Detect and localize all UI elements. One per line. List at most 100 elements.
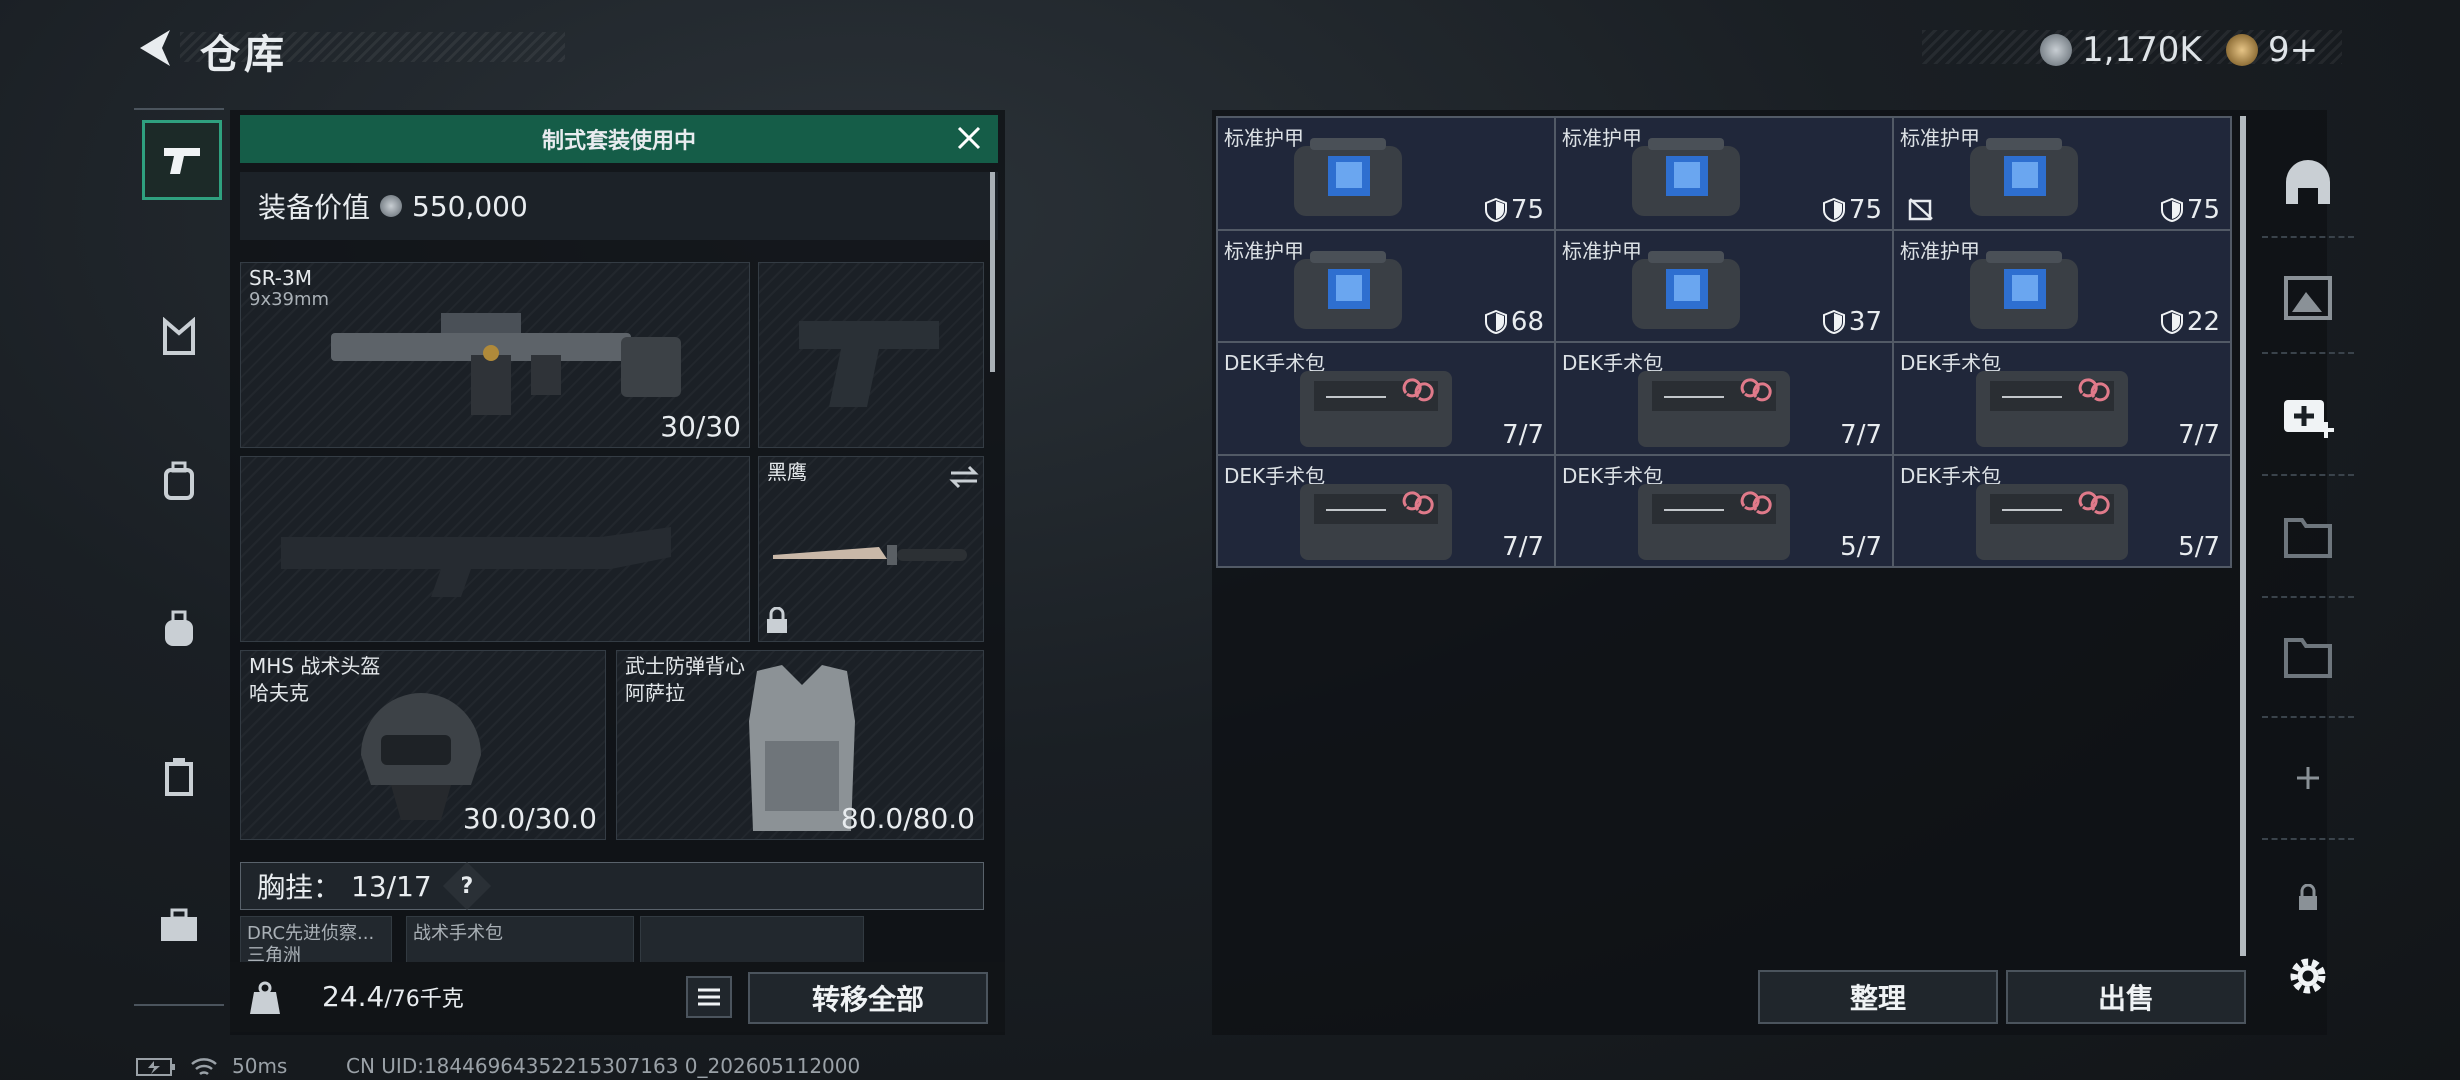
- stash-item[interactable]: DEK手术包 7/7: [1894, 343, 2230, 454]
- stash-item[interactable]: 标准护甲 75: [1894, 118, 2230, 229]
- rifle-image: [331, 313, 681, 415]
- sell-button[interactable]: 出售: [2006, 970, 2246, 1024]
- shield-icon: [1484, 310, 1507, 334]
- shield-icon: [1822, 197, 1845, 222]
- stash-tab-folder-1[interactable]: [2258, 504, 2358, 568]
- medkit-icon: [1300, 371, 1452, 447]
- medkit-icon: [1638, 371, 1790, 447]
- nav-tab-case[interactable]: [142, 888, 216, 962]
- melee-name: 黑鹰: [767, 460, 807, 484]
- close-icon[interactable]: [954, 123, 984, 153]
- armor-slot[interactable]: 武士防弹背心 阿萨拉 80.0/80.0: [616, 650, 984, 840]
- help-icon[interactable]: ?: [442, 861, 491, 911]
- weight-current: 24.4: [322, 980, 385, 1013]
- helmet-name: MHS 战术头盔: [249, 654, 381, 678]
- nav-tab-rig[interactable]: [142, 300, 216, 374]
- folder-icon: [2284, 518, 2332, 558]
- back-icon[interactable]: [130, 22, 182, 74]
- gallery-icon: [2284, 276, 2332, 320]
- medkit-icon: [1300, 483, 1452, 560]
- stash-item-value: 37: [1822, 307, 1882, 337]
- weapon-caliber: 9x39mm: [249, 289, 330, 310]
- stash-item-value-text: 22: [2186, 307, 2220, 337]
- add-tab-button[interactable]: [2258, 746, 2358, 810]
- stash-tab-medical[interactable]: [2258, 382, 2358, 446]
- armor-plate-icon: [1970, 250, 2078, 329]
- armor-name: 武士防弹背心: [625, 654, 745, 678]
- uid-text: CN UID:18446964352215307163 0_2026051120…: [346, 1054, 861, 1078]
- rifle-placeholder-icon: [281, 527, 671, 597]
- weight-display: 24.4/76千克: [322, 980, 464, 1013]
- stash-tab-gallery[interactable]: [2258, 264, 2358, 328]
- nav-tab-backpack-tag[interactable]: [142, 444, 216, 518]
- stash-item-value: 75: [1822, 195, 1882, 225]
- shield-icon: [1484, 197, 1507, 222]
- stash-item-value: 7/7: [1840, 420, 1882, 450]
- secondary-weapon-slot-empty[interactable]: [240, 456, 750, 642]
- stash-item-value-text: 75: [2186, 194, 2220, 225]
- stash-item-value-text: 7/7: [2178, 419, 2220, 450]
- stash-item[interactable]: DEK手术包 5/7: [1894, 455, 2230, 566]
- stash-item[interactable]: 标准护甲 68: [1218, 230, 1554, 341]
- stash-item-value: 5/7: [1840, 532, 1882, 562]
- stash-item-value-text: 37: [1848, 307, 1882, 337]
- stash-item-value: 75: [2160, 194, 2220, 225]
- pistol-icon: [164, 148, 200, 174]
- melee-slot[interactable]: 黑鹰: [758, 456, 984, 642]
- settings-button[interactable]: [2258, 946, 2358, 1006]
- helmet-slot[interactable]: MHS 战术头盔 哈夫克 30.0/30.0: [240, 650, 606, 840]
- stash-item-value-text: 68: [1510, 307, 1544, 337]
- no-sale-icon: [1908, 197, 1933, 220]
- stash-item[interactable]: DEK手术包 5/7: [1556, 455, 1892, 566]
- stash-item[interactable]: 标准护甲 22: [1894, 230, 2230, 341]
- stash-tab-folder-2[interactable]: [2258, 624, 2358, 688]
- stash-item[interactable]: 标准护甲 75: [1556, 118, 1892, 229]
- stash-scroll-thumb[interactable]: [2240, 116, 2246, 956]
- equipment-value-row: 装备价值 550,000: [240, 172, 998, 240]
- briefcase-icon: [161, 908, 197, 941]
- pistol-slot-empty[interactable]: [758, 262, 984, 448]
- stash-item[interactable]: 标准护甲 37: [1556, 230, 1892, 341]
- pistol-placeholder-icon: [799, 321, 939, 407]
- stash-item-value: 75: [1484, 195, 1544, 225]
- primary-weapon-slot[interactable]: SR-3M 9x39mm 30/30: [240, 262, 750, 448]
- backpack-tag-icon: [164, 461, 194, 500]
- helmet-durability: 30.0/30.0: [462, 802, 597, 835]
- swap-icon[interactable]: [949, 465, 979, 489]
- loadout-banner: 制式套装使用中: [240, 115, 998, 163]
- sort-button[interactable]: 整理: [1758, 970, 1998, 1024]
- locker-icon: [165, 758, 193, 796]
- locked-tab[interactable]: [2258, 868, 2358, 928]
- page-title: 仓库: [200, 32, 288, 78]
- coin-icon: [2040, 34, 2072, 66]
- list-view-button[interactable]: [686, 976, 732, 1018]
- stash-tab-dome[interactable]: [2258, 150, 2358, 214]
- stash-item-value-text: 7/7: [1502, 532, 1544, 562]
- armor-plate-icon: [1294, 250, 1402, 329]
- armor-plate-icon: [1970, 138, 2078, 216]
- tab-divider: [2262, 474, 2354, 476]
- dome-icon: [2286, 160, 2330, 204]
- gear-icon: [2290, 958, 2326, 994]
- weapon-ammo: 30/30: [660, 410, 741, 443]
- folder-icon: [2284, 638, 2332, 678]
- stash-item[interactable]: DEK手术包 7/7: [1556, 343, 1892, 454]
- nav-bottom-line: [134, 1004, 224, 1006]
- tab-divider: [2262, 838, 2354, 840]
- stash-item[interactable]: DEK手术包 7/7: [1218, 455, 1554, 566]
- token-display[interactable]: 9+: [2226, 30, 2318, 70]
- loadout-scrollbar[interactable]: [990, 172, 995, 372]
- stash-item[interactable]: 标准护甲 75: [1218, 118, 1554, 229]
- knife-image: [773, 545, 967, 565]
- nav-tab-weapons[interactable]: [142, 120, 222, 200]
- shield-icon: [2160, 310, 2183, 334]
- helmet-brand: 哈夫克: [249, 681, 309, 705]
- ping-text: 50ms: [232, 1054, 288, 1078]
- nav-tab-locker[interactable]: [142, 740, 216, 814]
- tab-divider: [2262, 716, 2354, 718]
- chest-rig-bar[interactable]: 胸挂： 13/17 ?: [240, 861, 984, 911]
- transfer-all-button[interactable]: 转移全部: [748, 972, 988, 1024]
- nav-tab-backpack[interactable]: [142, 592, 216, 666]
- shield-icon: [1822, 310, 1845, 334]
- stash-item[interactable]: DEK手术包 7/7: [1218, 343, 1554, 454]
